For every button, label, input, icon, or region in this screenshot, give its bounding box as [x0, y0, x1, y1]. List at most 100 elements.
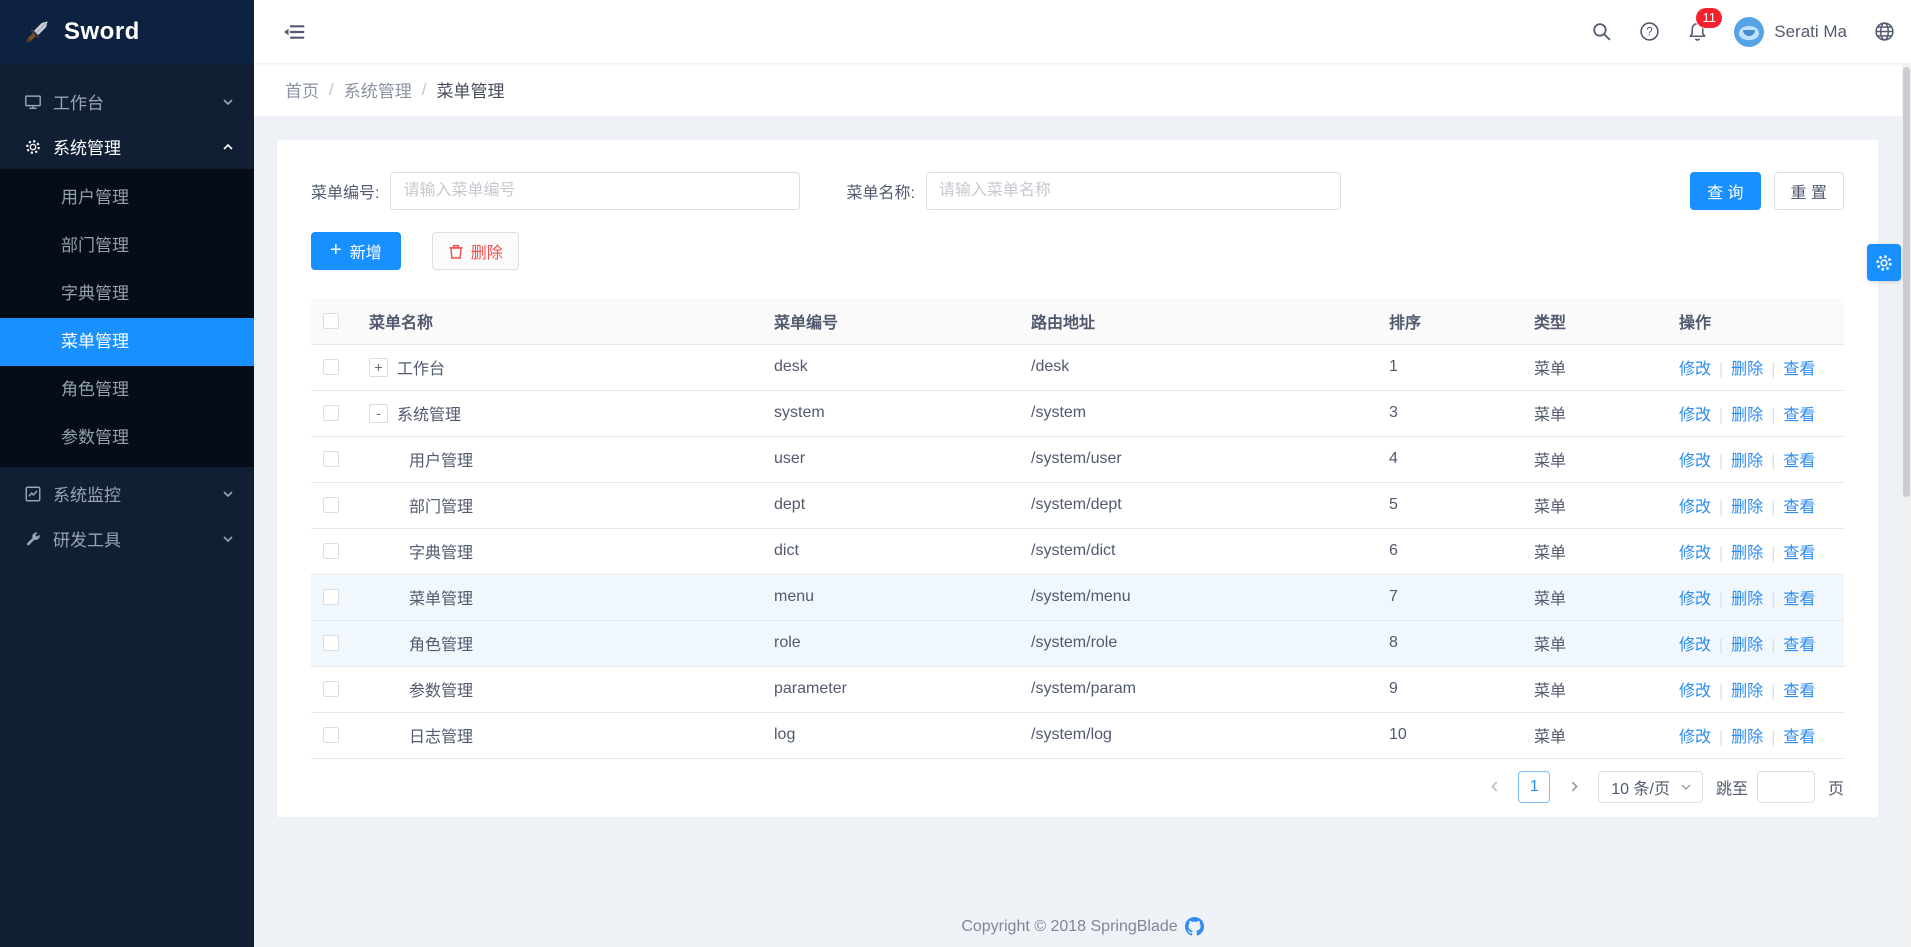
sidebar-subitem-1[interactable]: 部门管理 — [0, 222, 254, 270]
delete-link[interactable]: 删除 — [1731, 729, 1763, 746]
delete-link[interactable]: 删除 — [1731, 361, 1763, 378]
user-menu[interactable]: Serati Ma — [1734, 17, 1847, 47]
delete-link[interactable]: 删除 — [1731, 407, 1763, 424]
sidebar-menu: 工作台 系统管理 用户管理部门管理字典管理菜单管理角色管理参数管理 — [0, 63, 254, 561]
sidebar-subitem-0[interactable]: 用户管理 — [0, 174, 254, 222]
edit-link[interactable]: 修改 — [1679, 453, 1711, 470]
view-link[interactable]: 查看 — [1783, 361, 1815, 378]
edit-link[interactable]: 修改 — [1679, 591, 1711, 608]
prev-page-icon[interactable] — [1479, 772, 1509, 802]
view-link[interactable]: 查看 — [1783, 729, 1815, 746]
sort-cell: 1 — [1377, 344, 1522, 390]
sidebar-subitem-2[interactable]: 字典管理 — [0, 270, 254, 318]
menu-code-input[interactable] — [390, 172, 800, 210]
view-link[interactable]: 查看 — [1783, 499, 1815, 516]
row-checkbox[interactable] — [323, 635, 339, 651]
page-size-select[interactable]: 10 条/页 — [1598, 771, 1703, 803]
page-size-value: 10 条/页 — [1611, 775, 1670, 799]
collapse-sidebar-icon[interactable] — [284, 21, 306, 43]
add-button[interactable]: + 新增 — [311, 232, 401, 270]
delete-link[interactable]: 删除 — [1731, 591, 1763, 608]
action-separator: | — [1719, 499, 1723, 516]
table-row: 参数管理parameter/system/param9菜单修改|删除|查看 — [311, 666, 1844, 712]
action-separator: | — [1771, 637, 1775, 654]
delete-link[interactable]: 删除 — [1731, 545, 1763, 562]
edit-link[interactable]: 修改 — [1679, 545, 1711, 562]
next-page-icon[interactable] — [1559, 772, 1589, 802]
table-row: 用户管理user/system/user4菜单修改|删除|查看 — [311, 436, 1844, 482]
search-icon[interactable] — [1590, 21, 1612, 43]
menu-code-cell: role — [762, 620, 1019, 666]
row-checkbox[interactable] — [323, 405, 339, 421]
sidebar-item-system[interactable]: 系统管理 — [0, 124, 254, 169]
row-checkbox[interactable] — [323, 589, 339, 605]
plus-icon: + — [330, 240, 342, 260]
action-separator: | — [1771, 361, 1775, 378]
edit-link[interactable]: 修改 — [1679, 683, 1711, 700]
view-link[interactable]: 查看 — [1783, 545, 1815, 562]
menu-name-input[interactable] — [926, 172, 1341, 210]
edit-link[interactable]: 修改 — [1679, 499, 1711, 516]
row-checkbox[interactable] — [323, 359, 339, 375]
breadcrumb-system[interactable]: 系统管理 — [344, 77, 412, 102]
delete-link[interactable]: 删除 — [1731, 453, 1763, 470]
edit-link[interactable]: 修改 — [1679, 637, 1711, 654]
delete-link[interactable]: 删除 — [1731, 637, 1763, 654]
row-checkbox[interactable] — [323, 451, 339, 467]
edit-link[interactable]: 修改 — [1679, 407, 1711, 424]
breadcrumb-separator: / — [329, 80, 334, 100]
delete-button[interactable]: 删除 — [432, 232, 519, 270]
language-globe-icon[interactable] — [1873, 21, 1895, 43]
theme-settings-button[interactable] — [1867, 244, 1901, 281]
github-icon[interactable] — [1185, 917, 1204, 936]
edit-link[interactable]: 修改 — [1679, 361, 1711, 378]
page-number[interactable]: 1 — [1518, 771, 1550, 803]
jump-page-input[interactable] — [1757, 771, 1815, 803]
expand-row-icon[interactable]: + — [369, 358, 388, 377]
scrollbar[interactable] — [1902, 63, 1911, 947]
search-button[interactable]: 查 询 — [1690, 172, 1760, 210]
breadcrumb-home[interactable]: 首页 — [285, 77, 319, 102]
sidebar-subitem-5[interactable]: 参数管理 — [0, 414, 254, 462]
row-checkbox[interactable] — [323, 497, 339, 513]
view-link[interactable]: 查看 — [1783, 407, 1815, 424]
reset-button[interactable]: 重 置 — [1774, 172, 1844, 210]
row-checkbox[interactable] — [323, 543, 339, 559]
row-checkbox[interactable] — [323, 727, 339, 743]
delete-button-label: 删除 — [471, 239, 503, 263]
edit-link[interactable]: 修改 — [1679, 729, 1711, 746]
app-logo[interactable]: Sword — [0, 0, 254, 63]
action-separator: | — [1719, 729, 1723, 746]
view-link[interactable]: 查看 — [1783, 591, 1815, 608]
view-link[interactable]: 查看 — [1783, 683, 1815, 700]
view-link[interactable]: 查看 — [1783, 637, 1815, 654]
collapse-row-icon[interactable]: - — [369, 404, 388, 423]
help-icon[interactable]: ? — [1638, 21, 1660, 43]
sidebar-subitem-4[interactable]: 角色管理 — [0, 366, 254, 414]
view-link[interactable]: 查看 — [1783, 453, 1815, 470]
sort-cell: 8 — [1377, 620, 1522, 666]
copyright-text: Copyright © 2018 SpringBlade — [961, 918, 1177, 936]
delete-link[interactable]: 删除 — [1731, 499, 1763, 516]
row-checkbox[interactable] — [323, 681, 339, 697]
sort-cell: 6 — [1377, 528, 1522, 574]
sidebar-item-devtools[interactable]: 研发工具 — [0, 516, 254, 561]
chevron-down-icon — [222, 488, 234, 500]
sidebar-item-monitor[interactable]: 系统监控 — [0, 471, 254, 516]
scrollbar-thumb[interactable] — [1903, 67, 1910, 497]
gear-icon — [24, 138, 42, 156]
row-actions: 修改|删除|查看 — [1667, 666, 1844, 712]
select-all-checkbox[interactable] — [323, 313, 339, 329]
route-path-cell: /system/menu — [1019, 574, 1377, 620]
sidebar-subitem-3[interactable]: 菜单管理 — [0, 318, 254, 366]
avatar — [1734, 17, 1764, 47]
menu-management-card: 菜单编号: 菜单名称: 查 询 重 置 + 新增 — [277, 140, 1878, 817]
sort-cell: 7 — [1377, 574, 1522, 620]
sidebar-item-workbench[interactable]: 工作台 — [0, 79, 254, 124]
add-button-label: 新增 — [350, 239, 382, 263]
menu-code-cell: dept — [762, 482, 1019, 528]
notifications-bell-icon[interactable]: 11 — [1686, 21, 1708, 43]
column-header-code: 菜单编号 — [762, 298, 1019, 344]
delete-link[interactable]: 删除 — [1731, 683, 1763, 700]
breadcrumb: 首页 / 系统管理 / 菜单管理 — [254, 63, 1911, 116]
